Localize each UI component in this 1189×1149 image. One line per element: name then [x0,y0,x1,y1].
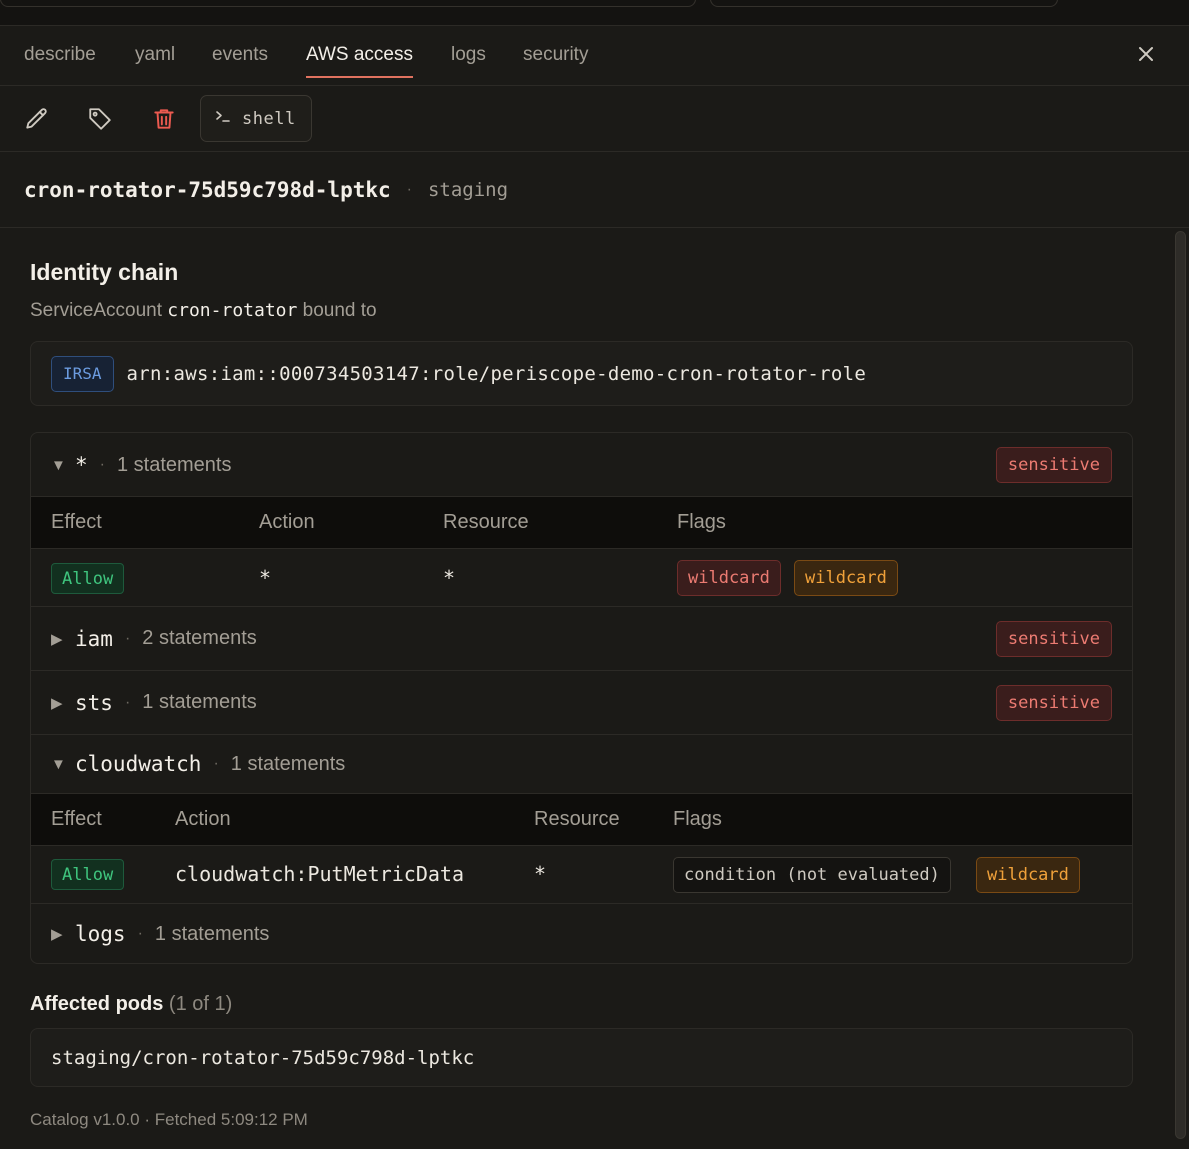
wildcard-flag: wildcard [794,560,898,596]
tab-yaml[interactable]: yaml [135,44,175,66]
action-cell: * [259,566,272,590]
service-row-iam[interactable]: ▶ iam · 2 statements sensitive [31,607,1132,670]
tab-security[interactable]: security [523,44,588,66]
service-name: * [75,453,88,477]
table-header: Effect Action Resource Flags [31,496,1132,549]
toolbar: shell [0,86,1189,152]
service-name: cloudwatch [75,752,202,776]
affected-pod-name[interactable]: staging/cron-rotator-75d59c798d-lptkc [51,1047,474,1069]
table-row: Allow * * wildcard wildcard [31,549,1132,607]
effect-allow-badge: Allow [51,563,125,594]
service-row-cloudwatch[interactable]: ▼ cloudwatch · 1 statements [31,735,1132,793]
service-name: sts [75,690,113,715]
col-resource: Resource [443,511,529,533]
wildcard-flag: wildcard [677,560,781,596]
identity-chain-title: Identity chain [30,259,179,285]
top-input-right[interactable] [710,0,1058,7]
col-resource: Resource [534,808,620,830]
caret-right-icon: ▶ [51,926,63,943]
pod-name: cron-rotator-75d59c798d-lptkc [24,177,391,202]
dot-separator: · [213,755,219,772]
service-account-name: cron-rotator [167,300,298,321]
caret-down-icon: ▼ [51,755,66,773]
condition-flag: condition (not evaluated) [673,857,951,893]
irsa-badge: IRSA [51,355,114,392]
col-effect: Effect [51,808,102,830]
tag-icon[interactable] [87,106,113,132]
resource-cell: * [443,566,456,590]
role-arn-box: IRSA arn:aws:iam::000734503147:role/peri… [30,341,1133,406]
sensitive-badge: sensitive [995,447,1112,483]
tab-bar: describe yaml events AWS access logs sec… [0,26,1189,86]
terminal-icon [215,109,231,128]
table-row: Allow cloudwatch:PutMetricData * conditi… [31,846,1132,904]
affected-pods-count: (1 of 1) [168,993,233,1015]
top-strip [0,0,1189,26]
shell-label: shell [242,108,296,129]
tab-logs[interactable]: logs [451,44,486,66]
affected-pods-title: Affected pods (1 of 1) [30,993,232,1016]
caret-down-icon: ▼ [51,456,66,474]
bound-prefix: ServiceAccount [30,300,163,321]
statement-count: 2 statements [142,627,257,649]
affected-pods-label: Affected pods [30,993,164,1015]
catalog-footer: Catalog v1.0.0 · Fetched 5:09:12 PM [30,1110,308,1129]
resource-cell: * [534,862,547,886]
tab-describe[interactable]: describe [24,44,96,66]
service-name: iam [75,626,113,651]
service-row-wildcard[interactable]: ▼ * · 1 statements sensitive [31,433,1132,497]
caret-right-icon: ▶ [51,630,63,648]
dot-separator: · [99,456,105,473]
table-header: Effect Action Resource Flags [31,793,1132,846]
statement-count: 1 statements [142,691,257,713]
dot-separator: · [124,693,131,711]
statement-count: 1 statements [116,453,232,476]
caret-right-icon: ▶ [51,694,63,712]
sensitive-badge: sensitive [995,621,1112,657]
col-action: Action [259,511,315,533]
col-flags: Flags [673,808,722,830]
pod-header: cron-rotator-75d59c798d-lptkc · staging [0,152,1189,228]
close-icon[interactable] [1134,42,1158,66]
service-name: logs [75,922,126,946]
col-flags: Flags [677,511,726,533]
statement-count: 1 statements [154,922,270,945]
statement-count: 1 statements [230,752,346,775]
col-effect: Effect [51,511,102,533]
affected-pod-item[interactable]: staging/cron-rotator-75d59c798d-lptkc [30,1028,1133,1087]
namespace-label: staging [427,178,509,201]
wildcard-flag: wildcard [976,857,1080,893]
tab-events[interactable]: events [212,44,268,66]
top-input-left[interactable] [0,0,696,7]
policy-services: ▼ * · 1 statements sensitive Effect Acti… [30,432,1133,964]
dot-separator: · [124,629,131,647]
bound-suffix: bound to [302,300,377,321]
scrollbar-thumb[interactable] [1175,231,1186,1139]
service-row-sts[interactable]: ▶ sts · 1 statements sensitive [31,671,1132,734]
role-arn[interactable]: arn:aws:iam::000734503147:role/periscope… [127,363,867,385]
dot-separator: · [137,925,143,942]
header-separator: · [406,180,412,198]
col-action: Action [175,808,231,830]
service-account-line: ServiceAccount cron-rotator bound to [30,300,377,322]
action-cell: cloudwatch:PutMetricData [175,862,464,886]
trash-icon[interactable] [151,106,177,132]
sensitive-badge: sensitive [995,685,1112,721]
shell-button[interactable]: shell [200,95,312,142]
effect-allow-badge: Allow [51,859,125,890]
pencil-icon[interactable] [24,106,50,132]
service-row-logs[interactable]: ▶ logs · 1 statements [31,904,1132,963]
tab-aws-access[interactable]: AWS access [306,44,413,78]
